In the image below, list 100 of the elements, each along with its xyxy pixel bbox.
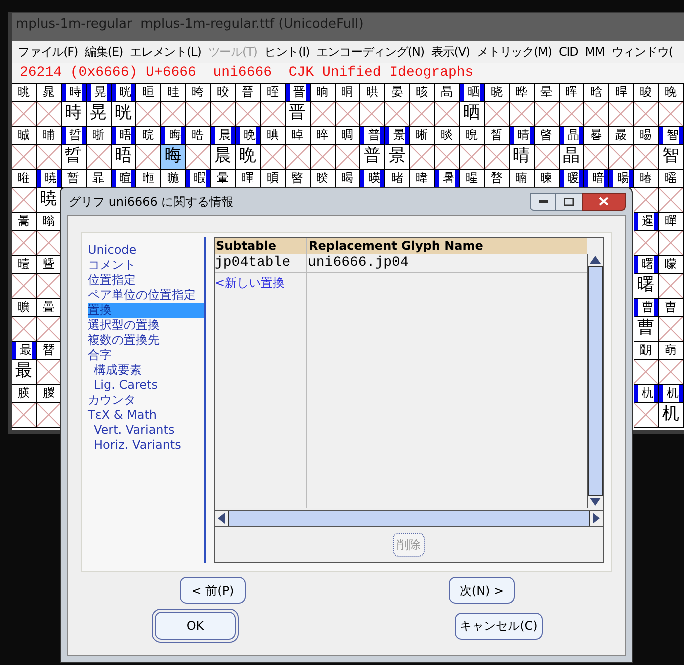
next-button[interactable]: 次(N) > [449, 577, 515, 604]
glyph-label[interactable]: 曹 [634, 299, 660, 317]
glyph-label[interactable]: 晩 [236, 127, 261, 145]
menu-item[interactable]: MM [585, 43, 605, 61]
glyph-cell[interactable]: 晨 [211, 145, 236, 170]
glyph-label[interactable]: 朡 [36, 385, 62, 403]
glyph-label[interactable]: 朙 [634, 342, 660, 360]
glyph-label[interactable]: 普 [360, 127, 386, 145]
section-item[interactable]: Horiz. Variants [88, 438, 204, 453]
cancel-button[interactable]: キャンセル(C) [455, 612, 543, 640]
glyph-label[interactable]: 曙 [634, 256, 660, 274]
minimize-button[interactable] [530, 192, 556, 210]
glyph-label[interactable]: 晈 [211, 84, 236, 102]
glyph-label[interactable]: 晎 [360, 84, 386, 102]
glyph-cell[interactable]: 智 [659, 145, 684, 170]
glyph-label[interactable]: 暍 [336, 170, 360, 188]
vertical-scrollbar[interactable] [587, 254, 603, 508]
glyph-label[interactable]: 晓 [484, 84, 510, 102]
glyph-cell[interactable]: 晒 [460, 102, 485, 127]
glyph-label[interactable]: 智 [659, 127, 684, 145]
glyph-label[interactable]: 晑 [435, 84, 460, 102]
glyph-label[interactable]: 晙 [634, 84, 660, 102]
glyph-label[interactable]: 景 [385, 127, 410, 145]
close-button[interactable] [582, 192, 626, 210]
glyph-cell[interactable]: 暁 [36, 188, 62, 213]
glyph-cell[interactable]: 晴 [510, 145, 535, 170]
glyph-cell[interactable]: 最 [12, 360, 37, 385]
glyph-label[interactable]: 暀 [12, 170, 37, 188]
glyph-label[interactable]: 晋 [286, 84, 311, 102]
table-cell[interactable]: uni6666.jp04 [307, 254, 587, 273]
section-item[interactable]: コメント [88, 258, 204, 273]
section-item[interactable]: 複数の置換先 [88, 333, 204, 348]
glyph-label[interactable]: 暄 [112, 170, 136, 188]
glyph-label[interactable]: 晧 [186, 127, 212, 145]
glyph-cell[interactable]: 晦 [161, 145, 186, 170]
menu-item[interactable]: ヒント(I) [264, 43, 310, 61]
glyph-label[interactable]: 晵 [534, 127, 560, 145]
glyph-cell[interactable]: 晤 [112, 145, 136, 170]
glyph-label[interactable]: 曺 [659, 299, 684, 317]
glyph-cell[interactable]: 机 [659, 403, 684, 428]
glyph-label[interactable]: 曁 [36, 256, 62, 274]
glyph-label[interactable]: 暖 [560, 170, 584, 188]
glyph-label[interactable]: 晸 [609, 127, 634, 145]
glyph-label[interactable]: 晇 [186, 84, 212, 102]
glyph-label[interactable]: 朹 [634, 385, 660, 403]
glyph-label[interactable]: 暕 [534, 170, 560, 188]
glyph-label[interactable]: 時 [62, 84, 87, 102]
section-item[interactable]: 選択型の置換 [88, 318, 204, 333]
menu-item[interactable]: エンコーディング(N) [316, 43, 424, 61]
glyph-label[interactable]: 晕 [534, 84, 560, 102]
section-item[interactable]: Lig. Carets [88, 378, 204, 393]
glyph-label[interactable]: 晫 [286, 127, 311, 145]
section-item[interactable]: TεX & Math [88, 408, 204, 423]
glyph-label[interactable]: 曀 [12, 256, 37, 274]
glyph-label[interactable]: 曚 [659, 256, 684, 274]
column-header[interactable]: Replacement Glyph Name [307, 238, 587, 254]
glyph-label[interactable]: 暌 [310, 170, 336, 188]
menu-item[interactable]: メトリック(M) [477, 43, 552, 61]
glyph-label[interactable]: 曠 [12, 299, 37, 317]
glyph-cell[interactable]: 晄 [112, 102, 136, 127]
glyph-label[interactable]: 晳 [484, 127, 510, 145]
glyph-label[interactable]: 最 [12, 342, 37, 360]
menu-item[interactable]: 表示(V) [431, 43, 470, 61]
section-item[interactable]: 合字 [88, 348, 204, 363]
glyph-label[interactable]: 晏 [385, 84, 410, 102]
glyph-label[interactable]: 暂 [62, 170, 87, 188]
glyph-label[interactable]: 晆 [161, 84, 186, 102]
glyph-label[interactable]: 晅 [136, 84, 162, 102]
glyph-label[interactable]: 晲 [460, 127, 485, 145]
glyph-label[interactable]: 暗 [584, 170, 610, 188]
glyph-label[interactable]: 暹 [634, 213, 660, 231]
glyph-label[interactable]: 晹 [634, 127, 660, 145]
glyph-label[interactable]: 暇 [186, 170, 212, 188]
glyph-label[interactable]: 暺 [659, 213, 684, 231]
glyph-label[interactable]: 晬 [310, 127, 336, 145]
glyph-label[interactable]: 晢 [62, 127, 87, 145]
glyph-cell[interactable]: 晶 [560, 145, 584, 170]
section-item[interactable]: 位置指定 [88, 273, 204, 288]
glyph-label[interactable]: 晠 [12, 127, 37, 145]
glyph-label[interactable]: 晭 [336, 127, 360, 145]
glyph-cell[interactable]: 時 [62, 102, 87, 127]
glyph-label[interactable]: 朁 [36, 342, 62, 360]
menu-item[interactable]: ファイル(F) [18, 43, 78, 61]
column-header[interactable]: Subtable [215, 238, 307, 254]
glyph-label[interactable]: 机 [659, 385, 684, 403]
glyph-label[interactable]: 暘 [609, 170, 634, 188]
glyph-label[interactable]: 暃 [86, 170, 112, 188]
glyph-cell[interactable]: 晩 [236, 145, 261, 170]
glyph-label[interactable]: 晍 [336, 84, 360, 102]
glyph-cell[interactable]: 曙 [634, 274, 660, 299]
glyph-cell[interactable]: 晢 [62, 145, 87, 170]
glyph-label[interactable]: 晁 [36, 84, 62, 102]
menu-item[interactable]: CID [558, 43, 578, 61]
glyph-label[interactable]: 晰 [410, 127, 436, 145]
previous-button[interactable]: < 前(P) [180, 577, 246, 604]
menu-item[interactable]: エレメント(L) [130, 43, 202, 61]
glyph-label[interactable]: 晒 [460, 84, 485, 102]
glyph-label[interactable]: 晪 [260, 127, 286, 145]
glyph-label[interactable]: 晶 [560, 127, 584, 145]
glyph-label[interactable]: 曡 [36, 299, 62, 317]
